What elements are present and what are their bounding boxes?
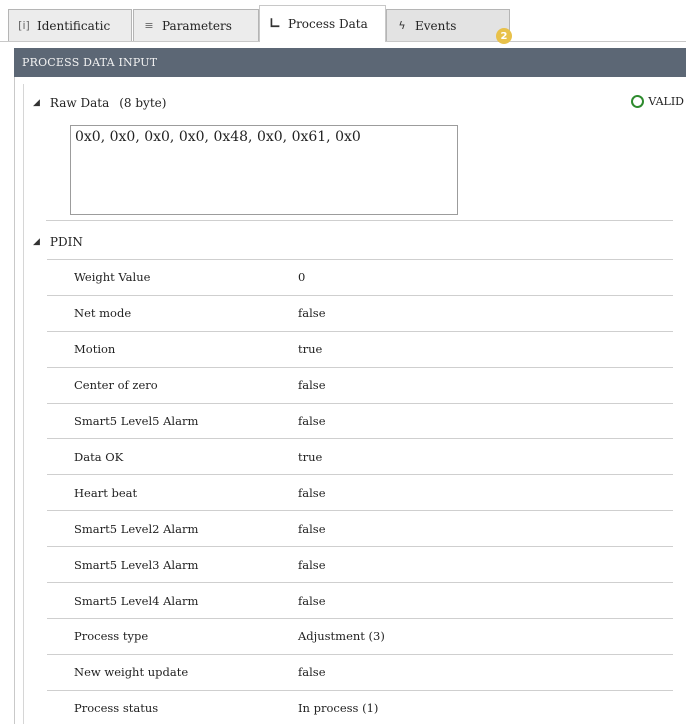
inner-border (23, 84, 24, 724)
raw-data-label: Raw Data (49, 96, 110, 110)
row-name: Weight Value (74, 270, 151, 285)
id-card-icon: [i] (18, 19, 30, 32)
collapse-triangle-icon[interactable]: ◢ (33, 237, 40, 247)
row-name: Smart5 Level5 Alarm (74, 414, 199, 429)
chart-axis-icon: ∟ (269, 16, 281, 32)
row-name: Data OK (74, 449, 124, 464)
row-value: false (298, 665, 326, 680)
raw-data-size: (8 byte) (119, 96, 167, 110)
frame-border (14, 77, 15, 724)
valid-label: VALID (648, 95, 684, 108)
row-name: Smart5 Level2 Alarm (74, 521, 199, 536)
raw-data-field[interactable]: 0x0, 0x0, 0x0, 0x0, 0x48, 0x0, 0x61, 0x0 (70, 125, 458, 215)
row-value: false (298, 593, 326, 608)
tab-parameters[interactable]: ≡ Parameters (133, 9, 259, 41)
row-value: true (298, 449, 323, 464)
row-name: Center of zero (74, 378, 158, 393)
table-row[interactable]: Smart5 Level5 Alarm false (47, 404, 673, 440)
tab-events[interactable]: ϟ Events (386, 9, 510, 41)
row-value: false (298, 485, 326, 500)
divider (46, 220, 673, 221)
tab-identification[interactable]: [i] Identificatic (8, 9, 132, 41)
pdin-row[interactable]: ◢ PDIN (33, 235, 83, 249)
row-name: Process type (74, 629, 149, 644)
row-value: In process (1) (298, 701, 379, 716)
row-value: false (298, 557, 326, 572)
row-name: New weight update (74, 665, 189, 680)
row-value: true (298, 342, 323, 357)
table-row[interactable]: Smart5 Level2 Alarm false (47, 511, 673, 548)
raw-data-row[interactable]: ◢ Raw Data (8 byte) (33, 96, 166, 110)
row-name: Heart beat (74, 485, 138, 500)
list-icon: ≡ (144, 19, 154, 32)
tab-label: Process Data (288, 17, 368, 31)
valid-status: VALID (631, 95, 684, 108)
tab-label: Events (415, 18, 457, 33)
row-name: Net mode (74, 306, 132, 321)
collapse-triangle-icon[interactable]: ◢ (33, 98, 40, 108)
row-name: Smart5 Level4 Alarm (74, 593, 199, 608)
row-name: Process status (74, 701, 159, 716)
table-row[interactable]: Motion true (47, 332, 673, 368)
table-row[interactable]: Smart5 Level3 Alarm false (47, 547, 673, 584)
tab-process-data[interactable]: ∟ Process Data (259, 5, 386, 42)
table-row[interactable]: New weight update false (47, 655, 673, 691)
row-value: 0 (298, 270, 306, 285)
pdin-label: PDIN (49, 235, 83, 249)
table-row[interactable]: Process status In process (1) (47, 691, 673, 724)
row-value: Adjustment (3) (298, 629, 385, 644)
valid-circle-icon (631, 95, 645, 108)
table-row[interactable]: Weight Value 0 (47, 260, 673, 296)
table-row[interactable]: Process type Adjustment (3) (47, 619, 673, 655)
row-name: Smart5 Level3 Alarm (74, 557, 199, 572)
tab-bar: [i] Identificatic ≡ Parameters ∟ Process… (0, 0, 686, 44)
row-value: false (298, 378, 326, 393)
table-row[interactable]: Center of zero false (47, 368, 673, 404)
tab-label: Identificatic (37, 18, 111, 33)
tab-label: Parameters (162, 18, 232, 33)
row-value: false (298, 306, 326, 321)
table-row[interactable]: Smart5 Level4 Alarm false (47, 583, 673, 619)
table-row[interactable]: Data OK true (47, 440, 673, 476)
row-value: false (298, 414, 326, 429)
lightning-icon: ϟ (398, 19, 406, 32)
row-name: Motion (74, 342, 116, 357)
table-row[interactable]: Net mode false (47, 296, 673, 332)
events-count-badge: 2 (496, 28, 512, 44)
table-row[interactable]: Heart beat false (47, 475, 673, 512)
row-value: false (298, 521, 326, 536)
section-header: PROCESS DATA INPUT (14, 48, 686, 77)
